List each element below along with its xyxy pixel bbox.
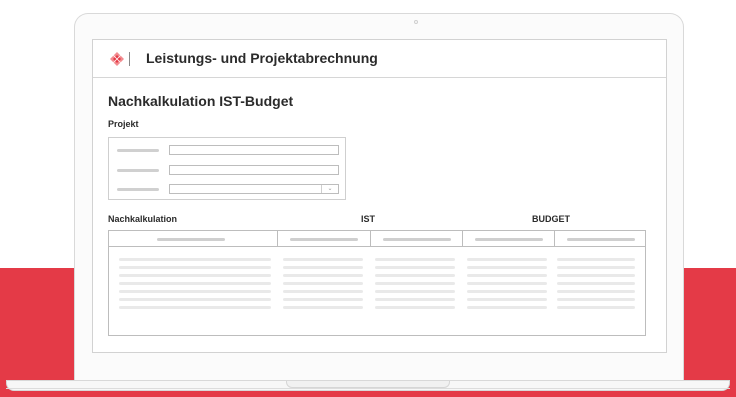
- placeholder-cell: [467, 306, 547, 309]
- header-cell[interactable]: [109, 231, 277, 246]
- placeholder-cell: [283, 266, 363, 269]
- project-field-input[interactable]: [169, 165, 339, 175]
- app-window: Leistungs- und Projektabrechnung Nachkal…: [92, 39, 667, 353]
- column-label-ist: IST: [361, 214, 376, 224]
- placeholder-cell: [283, 290, 363, 293]
- header-placeholder: [475, 238, 543, 241]
- project-dropdown[interactable]: ⌄: [169, 184, 339, 194]
- form-row: ⌄: [109, 184, 345, 194]
- placeholder-cell: [467, 266, 547, 269]
- camera-icon: [414, 20, 418, 24]
- placeholder-cell: [375, 290, 455, 293]
- placeholder-cell: [557, 298, 635, 301]
- placeholder-cell: [557, 290, 635, 293]
- placeholder-cell: [375, 274, 455, 277]
- placeholder-cell: [283, 274, 363, 277]
- placeholder-cell: [119, 266, 271, 269]
- project-section-label: Projekt: [108, 119, 139, 129]
- laptop-notch: [286, 381, 450, 388]
- placeholder-cell: [119, 298, 271, 301]
- placeholder-cell: [283, 306, 363, 309]
- placeholder-cell: [557, 282, 635, 285]
- header-placeholder: [567, 238, 635, 241]
- diamond-logo-icon: [110, 52, 124, 66]
- placeholder-cell: [557, 266, 635, 269]
- placeholder-cell: [119, 290, 271, 293]
- column-label-nachkalkulation: Nachkalkulation: [108, 214, 178, 224]
- project-form: ⌄: [108, 137, 346, 200]
- header-placeholder: [157, 238, 225, 241]
- data-grid: [108, 230, 646, 336]
- form-row: [109, 145, 345, 155]
- project-field-input[interactable]: [169, 145, 339, 155]
- field-label-placeholder: [117, 188, 159, 191]
- placeholder-cell: [467, 298, 547, 301]
- laptop-base: [6, 380, 730, 391]
- placeholder-cell: [119, 282, 271, 285]
- header-cell[interactable]: [462, 231, 554, 246]
- placeholder-cell: [375, 258, 455, 261]
- placeholder-cell: [119, 258, 271, 261]
- placeholder-cell: [557, 274, 635, 277]
- placeholder-cell: [283, 282, 363, 285]
- header-cell[interactable]: [277, 231, 370, 246]
- placeholder-cell: [375, 266, 455, 269]
- title-separator: [129, 52, 130, 66]
- header-placeholder: [383, 238, 451, 241]
- placeholder-cell: [283, 258, 363, 261]
- placeholder-cell: [119, 274, 271, 277]
- laptop-base-edge: [6, 388, 730, 389]
- header-placeholder: [290, 238, 358, 241]
- app-title: Leistungs- und Projektabrechnung: [146, 50, 378, 66]
- header-cell[interactable]: [554, 231, 646, 246]
- placeholder-cell: [557, 306, 635, 309]
- header-cell[interactable]: [370, 231, 462, 246]
- field-label-placeholder: [117, 149, 159, 152]
- placeholder-cell: [467, 258, 547, 261]
- placeholder-cell: [375, 298, 455, 301]
- form-row: [109, 165, 345, 175]
- placeholder-cell: [467, 274, 547, 277]
- chevron-down-icon[interactable]: ⌄: [321, 185, 338, 193]
- placeholder-cell: [557, 258, 635, 261]
- placeholder-cell: [375, 282, 455, 285]
- placeholder-cell: [467, 282, 547, 285]
- grid-header: [109, 231, 645, 247]
- column-label-budget: BUDGET: [532, 214, 570, 224]
- placeholder-cell: [467, 290, 547, 293]
- placeholder-cell: [375, 306, 455, 309]
- title-bar: Leistungs- und Projektabrechnung: [93, 40, 666, 78]
- placeholder-cell: [283, 298, 363, 301]
- placeholder-cell: [119, 306, 271, 309]
- field-label-placeholder: [117, 169, 159, 172]
- page-title: Nachkalkulation IST-Budget: [108, 93, 294, 109]
